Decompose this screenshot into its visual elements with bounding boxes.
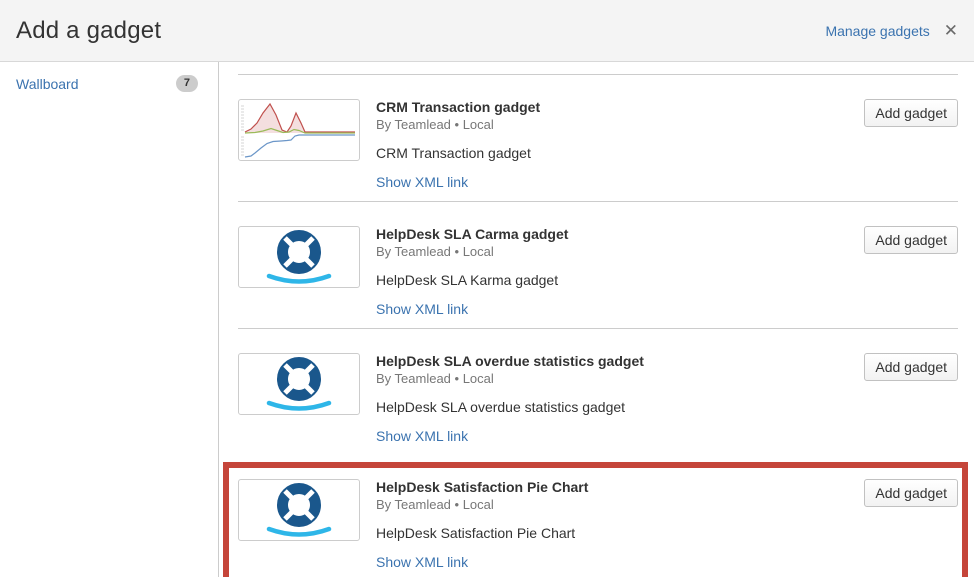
gadget-description: HelpDesk SLA overdue statistics gadget xyxy=(376,399,848,415)
show-xml-link[interactable]: Show XML link xyxy=(376,301,468,317)
count-badge: 7 xyxy=(176,75,198,92)
gadget-description: CRM Transaction gadget xyxy=(376,145,848,161)
gadget-thumbnail xyxy=(238,226,360,288)
page-title: Add a gadget xyxy=(16,17,161,45)
gadget-row: CRM Transaction gadget By Teamlead • Loc… xyxy=(238,74,958,201)
gadget-row: HelpDesk SLA overdue statistics gadget B… xyxy=(238,328,958,455)
gadget-row: HelpDesk SLA Carma gadget By Teamlead • … xyxy=(238,201,958,328)
gadget-title: CRM Transaction gadget xyxy=(376,99,848,115)
gadget-list: CRM Transaction gadget By Teamlead • Loc… xyxy=(219,62,974,577)
gadget-info: CRM Transaction gadget By Teamlead • Loc… xyxy=(376,99,848,192)
gadget-thumbnail xyxy=(238,479,360,541)
header-actions: Manage gadgets ✕ xyxy=(825,22,958,39)
gadget-info: HelpDesk Satisfaction Pie Chart By Teaml… xyxy=(376,479,848,572)
gadget-thumbnail xyxy=(238,353,360,415)
area-line-chart-thumbnail xyxy=(239,100,359,160)
gadget-thumbnail xyxy=(238,99,360,161)
gadget-description: HelpDesk SLA Karma gadget xyxy=(376,272,848,288)
gadget-description: HelpDesk Satisfaction Pie Chart xyxy=(376,525,848,541)
add-gadget-button[interactable]: Add gadget xyxy=(864,226,958,254)
dialog-body: Wallboard 7 CRM Transaction gadget By Te… xyxy=(0,62,974,577)
gadget-title: HelpDesk SLA Carma gadget xyxy=(376,226,848,242)
gadget-action: Add gadget xyxy=(864,99,958,192)
show-xml-link[interactable]: Show XML link xyxy=(376,428,468,444)
gadget-row: HelpDesk Satisfaction Pie Chart By Teaml… xyxy=(238,468,958,577)
show-xml-link[interactable]: Show XML link xyxy=(376,554,468,570)
gadget-byline: By Teamlead • Local xyxy=(376,117,848,132)
gadget-action: Add gadget xyxy=(864,479,958,572)
add-gadget-button[interactable]: Add gadget xyxy=(864,353,958,381)
gadget-action: Add gadget xyxy=(864,353,958,446)
gadget-byline: By Teamlead • Local xyxy=(376,497,848,512)
gadget-info: HelpDesk SLA overdue statistics gadget B… xyxy=(376,353,848,446)
add-gadget-button[interactable]: Add gadget xyxy=(864,479,958,507)
lifebuoy-icon xyxy=(239,227,359,287)
add-gadget-button[interactable]: Add gadget xyxy=(864,99,958,127)
gadget-title: HelpDesk SLA overdue statistics gadget xyxy=(376,353,848,369)
gadget-byline: By Teamlead • Local xyxy=(376,371,848,386)
gadget-title: HelpDesk Satisfaction Pie Chart xyxy=(376,479,848,495)
sidebar-item-label[interactable]: Wallboard xyxy=(16,76,79,92)
sidebar-item-wallboard[interactable]: Wallboard 7 xyxy=(0,75,218,92)
sidebar: Wallboard 7 xyxy=(0,62,219,577)
highlight-annotation: HelpDesk Satisfaction Pie Chart By Teaml… xyxy=(223,462,968,577)
lifebuoy-icon xyxy=(239,480,359,540)
add-gadget-dialog: Add a gadget Manage gadgets ✕ Wallboard … xyxy=(0,0,974,578)
dialog-header: Add a gadget Manage gadgets ✕ xyxy=(0,0,974,62)
lifebuoy-icon xyxy=(239,354,359,414)
gadget-action: Add gadget xyxy=(864,226,958,319)
manage-gadgets-link[interactable]: Manage gadgets xyxy=(825,23,929,39)
gadget-info: HelpDesk SLA Carma gadget By Teamlead • … xyxy=(376,226,848,319)
gadget-byline: By Teamlead • Local xyxy=(376,244,848,259)
close-icon[interactable]: ✕ xyxy=(944,22,958,39)
show-xml-link[interactable]: Show XML link xyxy=(376,174,468,190)
